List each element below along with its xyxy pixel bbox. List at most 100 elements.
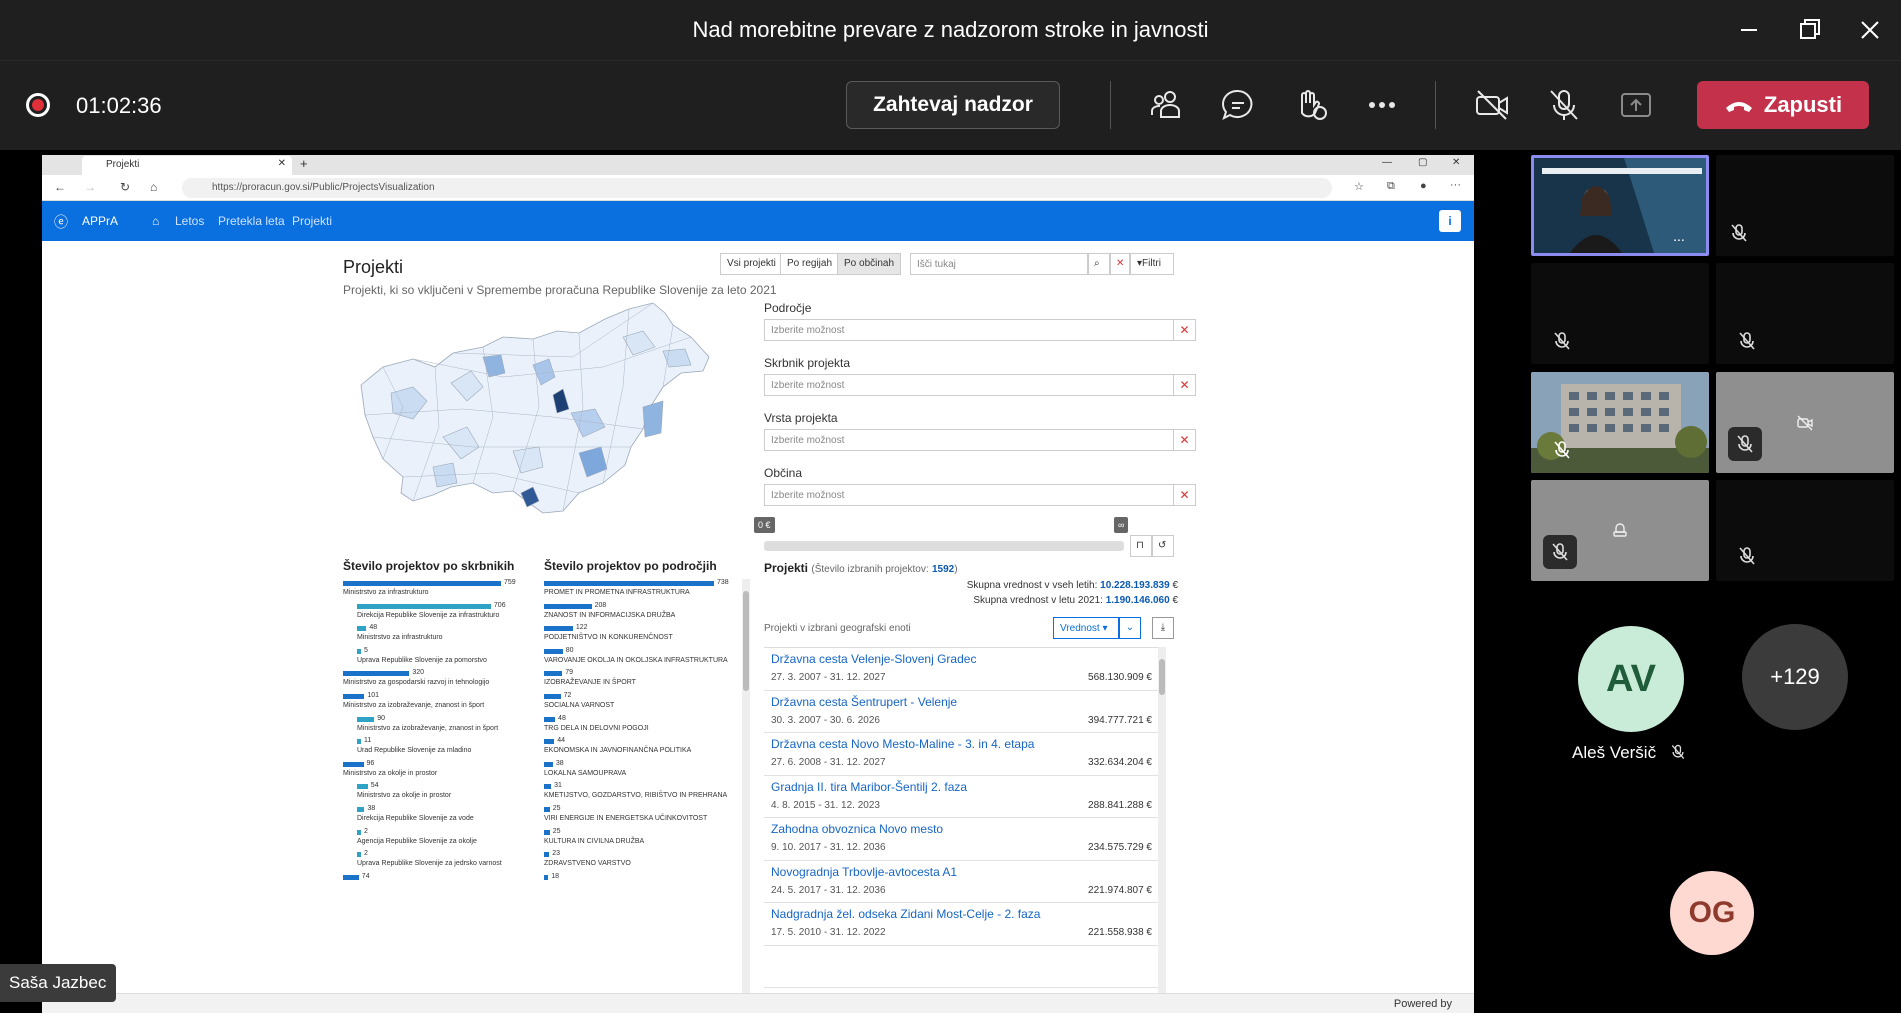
podrocje-row[interactable]: 79 IZOBRAŽEVANJE IN ŠPORT [544, 669, 744, 692]
chat-icon[interactable] [1218, 85, 1258, 125]
skrbnik-row[interactable]: 759 Ministrstvo za infrastrukturo [343, 579, 543, 602]
skrbnik-row[interactable]: 11 Urad Republike Slovenije za mladino [343, 737, 543, 760]
more-icon[interactable] [1362, 85, 1402, 125]
clear-search-icon[interactable]: ✕ [1110, 253, 1130, 275]
new-tab-icon[interactable]: + [300, 156, 308, 171]
by-region-button[interactable]: Po regijah [780, 253, 840, 275]
podrocje-row[interactable]: 25 VIRI ENERGIJE IN ENERGETSKA UČINKOVITO… [544, 805, 744, 828]
participant-tile-4[interactable] [1716, 263, 1894, 364]
stats-scrollbar-thumb[interactable] [743, 591, 749, 691]
skrbnik-row[interactable]: 38 Direkcija Republike Slovenije za vode [343, 805, 543, 828]
podrocje-row[interactable]: 48 TRG DELA IN DELOVNI POGOJI [544, 715, 744, 738]
participant-tile-3[interactable] [1531, 263, 1709, 364]
podrocje-row[interactable]: 208 ZNANOST IN INFORMACIJSKA DRUŽBA [544, 602, 744, 625]
sort-direction-icon[interactable]: ⌄ [1119, 617, 1141, 639]
avatar-av[interactable]: AV [1578, 626, 1684, 732]
project-name-link[interactable]: Državna cesta Velenje-Slovenj Gradec [771, 652, 1158, 666]
projects-scrollbar[interactable] [1158, 647, 1166, 993]
reset-icon[interactable]: ↺ [1152, 535, 1174, 557]
project-item[interactable]: Zahodna obvoznica Novo mesto 9. 10. 2017 … [764, 818, 1158, 861]
skrbnik-row[interactable]: 101 Ministrstvo za izobraževanje, znanost… [343, 692, 543, 715]
project-item[interactable]: Nadgradnja žel. odseka Zidani Most-Celje… [764, 903, 1158, 946]
value-range-slider[interactable] [764, 541, 1124, 551]
back-icon[interactable]: ← [54, 180, 66, 194]
url-field[interactable]: https://proracun.gov.si/Public/ProjectsV… [182, 178, 1332, 198]
podrocje-row[interactable]: 738 PROMET IN PROMETNA INFRASTRUKTURA [544, 579, 744, 602]
favorites-icon[interactable]: ☆ [1354, 180, 1364, 193]
search-input[interactable]: Išči tukaj [910, 253, 1088, 275]
refresh-icon[interactable]: ↻ [120, 180, 130, 194]
by-municipality-button[interactable]: Po občinah [837, 253, 902, 275]
podrocje-row[interactable]: 72 SOCIALNA VARNOST [544, 692, 744, 715]
browser-tab[interactable]: Projekti ✕ [82, 156, 292, 175]
nav-pretekla-leta[interactable]: Pretekla leta [218, 214, 285, 228]
skrbnik-row[interactable]: 54 Ministrstvo za okolje in prostor [343, 782, 543, 805]
skrbnik-select[interactable]: Izberite možnost [764, 374, 1174, 396]
obcina-select[interactable]: Izberite možnost [764, 484, 1174, 506]
slider-max-handle[interactable]: ∞ [1114, 517, 1129, 533]
browser-minimize-icon[interactable]: — [1382, 157, 1392, 168]
project-name-link[interactable]: Novogradnja Trbovlje-avtocesta A1 [771, 865, 1158, 879]
podrocje-row[interactable]: 38 LOKALNA SAMOUPRAVA [544, 760, 744, 783]
participant-tile-6[interactable] [1716, 372, 1894, 473]
browser-close-icon[interactable]: ✕ [1452, 157, 1460, 168]
skrbnik-row[interactable]: 2 Uprava Republike Slovenije za jedrsko v… [343, 850, 543, 873]
project-item[interactable]: Gradnja II. tira Maribor-Šentilj 2. faza… [764, 776, 1158, 818]
browser-restore-icon[interactable]: ▢ [1418, 157, 1427, 168]
skrbnik-row[interactable]: 96 Ministrstvo za okolje in prostor [343, 760, 543, 783]
browser-menu-icon[interactable]: ··· [1450, 179, 1461, 191]
forward-icon[interactable]: → [84, 180, 96, 194]
podrocje-row[interactable]: 80 VAROVANJE OKOLJA IN OKOLJSKA INFRASTRU… [544, 647, 744, 670]
leave-button[interactable]: Zapusti [1697, 81, 1869, 129]
home-icon[interactable]: ⌂ [150, 180, 157, 194]
mic-off-icon[interactable] [1544, 85, 1584, 125]
nav-letos[interactable]: Letos [175, 214, 204, 228]
minimize-icon[interactable] [1731, 12, 1767, 48]
skrbnik-row[interactable]: 90 Ministrstvo za izobraževanje, znanost … [343, 715, 543, 738]
filters-button[interactable]: ▾Filtri [1130, 253, 1174, 275]
project-name-link[interactable]: Državna cesta Novo Mesto-Maline - 3. in … [771, 737, 1158, 751]
clear-podrocje-icon[interactable]: ✕ [1174, 319, 1196, 341]
vrsta-select[interactable]: Izberite možnost [764, 429, 1174, 451]
participant-tile-7[interactable] [1531, 480, 1709, 581]
nav-projekti[interactable]: Projekti [292, 214, 332, 228]
clear-vrsta-icon[interactable]: ✕ [1174, 429, 1196, 451]
request-control-button[interactable]: Zahtevaj nadzor [846, 81, 1060, 129]
project-item[interactable]: Državna cesta Velenje-Slovenj Gradec 27. … [764, 648, 1158, 691]
people-icon[interactable] [1146, 85, 1186, 125]
skrbnik-row[interactable]: 2 Agencija Republike Slovenije za okolje [343, 828, 543, 851]
clear-skrbnik-icon[interactable]: ✕ [1174, 374, 1196, 396]
more-participants-button[interactable]: +129 [1742, 624, 1848, 730]
slovenia-map[interactable] [343, 297, 743, 519]
podrocje-row[interactable]: 18 [544, 873, 744, 896]
podrocje-row[interactable]: 122 PODJETNIŠTVO IN KONKURENČNOST [544, 624, 744, 647]
skrbnik-row[interactable]: 5 Uprava Republike Slovenije za pomorstvo [343, 647, 543, 670]
avatar-og[interactable]: OG [1670, 871, 1754, 955]
app-logo-icon[interactable]: ⓔ [54, 212, 68, 232]
skrbnik-row[interactable]: 74 [343, 873, 543, 896]
podrocje-row[interactable]: 31 KMETIJSTVO, GOZDARSTVO, RIBIŠTVO IN PR… [544, 782, 744, 805]
skrbnik-row[interactable]: 320 Ministrstvo za gospodarski razvoj in … [343, 669, 543, 692]
app-brand[interactable]: APPrA [82, 214, 118, 228]
clear-obcina-icon[interactable]: ✕ [1174, 484, 1196, 506]
slider-min-handle[interactable]: 0 € [754, 517, 775, 533]
share-icon[interactable] [1616, 85, 1656, 125]
project-item[interactable] [764, 946, 1158, 988]
podrocje-row[interactable]: 25 KULTURA IN CIVILNA DRUŽBA [544, 828, 744, 851]
projects-scrollbar-thumb[interactable] [1159, 659, 1165, 695]
download-icon[interactable]: ⤓ [1152, 617, 1174, 639]
close-icon[interactable] [1852, 12, 1888, 48]
info-icon[interactable]: i [1439, 210, 1461, 232]
nav-home-icon[interactable]: ⌂ [152, 214, 159, 228]
camera-off-icon[interactable] [1472, 85, 1512, 125]
sort-select[interactable]: Vrednost ▾ [1053, 617, 1119, 639]
project-name-link[interactable]: Gradnja II. tira Maribor-Šentilj 2. faza [771, 780, 1158, 794]
stats-scrollbar[interactable] [742, 579, 750, 993]
project-name-link[interactable]: Državna cesta Šentrupert - Velenje [771, 695, 1158, 709]
participant-tile-building[interactable] [1531, 372, 1709, 473]
skrbnik-row[interactable]: 706 Direkcija Republike Slovenije za infr… [343, 602, 543, 625]
skrbnik-row[interactable]: 48 Ministrstvo za infrastrukturo [343, 624, 543, 647]
project-name-link[interactable]: Nadgradnja žel. odseka Zidani Most-Celje… [771, 907, 1158, 921]
podrocje-row[interactable]: 44 EKONOMSKA IN JAVNOFINANČNA POLITIKA [544, 737, 744, 760]
project-item[interactable]: Novogradnja Trbovlje-avtocesta A1 24. 5. … [764, 861, 1158, 903]
